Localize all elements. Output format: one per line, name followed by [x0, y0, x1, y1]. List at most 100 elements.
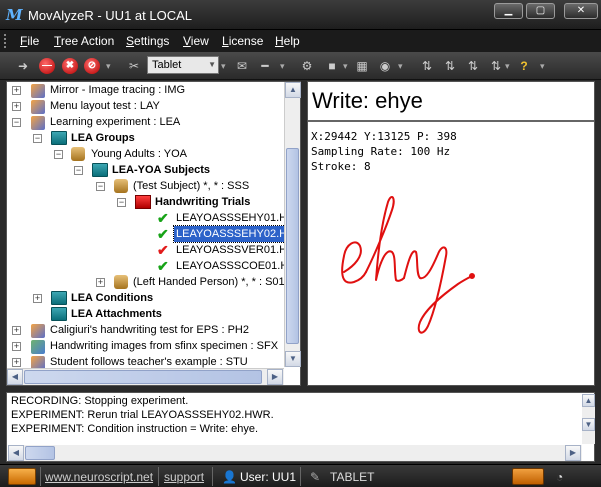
scroll-thumb[interactable]	[25, 446, 55, 460]
camera-icon[interactable]: ■	[323, 57, 341, 75]
expand-icon[interactable]: +	[12, 342, 21, 351]
tree-item[interactable]: Handwriting images from sfinx specimen :…	[50, 338, 278, 354]
scroll-right-icon[interactable]: ▶	[565, 445, 581, 461]
tree-item[interactable]: LEAYOASSSEHY01.HWR	[176, 210, 300, 226]
maximize-button[interactable]: ▢	[526, 3, 555, 19]
tree-item[interactable]: LEAYOASSSCOE01.HWR	[176, 258, 300, 274]
experiment-icon	[31, 100, 45, 114]
pen-icon[interactable]: ━	[256, 57, 274, 75]
help-icon[interactable]: ?	[515, 57, 533, 75]
tree-item[interactable]: LEAYOASSSVER01.HWR	[176, 242, 300, 258]
toolbar-overflow-1[interactable]: ▾	[106, 57, 112, 75]
tree-item-selected[interactable]: LEAYOASSSEHY02.HWR	[172, 225, 300, 243]
status-divider	[40, 467, 41, 486]
expand-icon[interactable]: +	[12, 326, 21, 335]
stop-icon[interactable]: —	[39, 58, 55, 74]
support-link[interactable]: support	[164, 470, 204, 484]
collapse-icon[interactable]: −	[117, 198, 126, 207]
minimize-button[interactable]: ▁	[494, 3, 523, 19]
collapse-icon[interactable]: −	[12, 118, 21, 127]
tree-item[interactable]: (Test Subject) *, * : SSS	[133, 178, 249, 194]
status-bar: www.neuroscript.net support 👤 User: UU1 …	[0, 464, 601, 487]
menu-view[interactable]: View	[183, 34, 209, 48]
scroll-down-icon[interactable]: ▼	[285, 351, 301, 367]
collapse-icon[interactable]: −	[33, 134, 42, 143]
cancel-icon[interactable]: ✖	[62, 58, 78, 74]
experiment-icon	[31, 116, 45, 130]
scroll-right-icon[interactable]: ▶	[267, 369, 283, 385]
eye-icon[interactable]: ◉	[376, 57, 394, 75]
folder-icon	[51, 291, 67, 305]
tree-vertical-scrollbar[interactable]: ▲ ▼	[284, 82, 301, 367]
tree-item[interactable]: LEA Conditions	[71, 290, 153, 306]
check-icon: ✔	[157, 226, 169, 242]
user-icon: 👤	[222, 470, 237, 484]
tree-item[interactable]: (Left Handed Person) *, * : S01	[133, 274, 285, 290]
scroll-up-icon[interactable]: ▲	[582, 394, 595, 407]
envelope-icon[interactable]: ✉	[233, 57, 251, 75]
sort-name-icon[interactable]: ⇅	[464, 57, 482, 75]
tree-item[interactable]: Young Adults : YOA	[91, 146, 187, 162]
network-icon[interactable]	[512, 468, 544, 485]
menu-settings[interactable]: Settings	[126, 34, 169, 48]
toolbar-overflow-7[interactable]: ▾	[540, 57, 546, 75]
experiment-tree[interactable]: + Mirror - Image tracing : IMG + Menu la…	[6, 81, 301, 386]
tree-horizontal-scrollbar[interactable]: ◀ ▶	[7, 368, 284, 385]
tree-item[interactable]: Caligiuri's handwriting test for EPS : P…	[50, 322, 249, 338]
expand-icon[interactable]: +	[96, 278, 105, 287]
menu-help[interactable]: Help	[275, 34, 300, 48]
scroll-up-icon[interactable]: ▲	[285, 82, 301, 98]
check-error-icon: ✔	[157, 242, 169, 258]
website-link[interactable]: www.neuroscript.net	[45, 470, 153, 484]
tree-item[interactable]: LEA-YOA Subjects	[112, 162, 210, 178]
tree-item[interactable]: Handwriting Trials	[155, 194, 250, 210]
log-vertical-scrollbar[interactable]: ▲ ▼	[582, 394, 595, 444]
menu-file[interactable]: File	[20, 34, 39, 48]
toolbar-overflow-2[interactable]: ▾	[221, 57, 227, 75]
toolbar-overflow-5[interactable]: ▾	[398, 57, 404, 75]
expand-icon[interactable]: +	[33, 294, 42, 303]
collapse-icon[interactable]: −	[96, 182, 105, 191]
scroll-thumb[interactable]	[24, 370, 262, 384]
log-horizontal-scrollbar[interactable]: ◀ ▶	[8, 445, 582, 461]
menu-license[interactable]: License	[222, 34, 263, 48]
experiment-icon	[31, 324, 45, 338]
collapse-icon[interactable]: −	[74, 166, 83, 175]
scroll-thumb[interactable]	[286, 148, 299, 344]
close-button[interactable]: ✕	[564, 3, 598, 19]
tree-item[interactable]: Learning experiment : LEA	[50, 114, 180, 130]
toolbar-overflow-3[interactable]: ▾	[280, 57, 286, 75]
scroll-left-icon[interactable]: ◀	[8, 445, 24, 461]
device-select[interactable]: Tablet ▼	[147, 56, 219, 74]
toolbar-overflow-4[interactable]: ▾	[343, 57, 349, 75]
status-divider	[300, 467, 301, 486]
write-instruction: Write: ehye	[308, 82, 594, 122]
coordinates-readout: X:29442 Y:13125 P: 398	[311, 130, 457, 143]
toolbar-overflow-6[interactable]: ▾	[505, 57, 511, 75]
handwriting-canvas[interactable]	[308, 182, 594, 382]
tree-item[interactable]: LEA Attachments	[71, 306, 162, 322]
title-bar: M MovAlyzeR - UU1 at LOCAL ▁ ▢ ✕	[0, 0, 601, 30]
sort-asc-icon[interactable]: ⇅	[418, 57, 436, 75]
stroke-count: Stroke: 8	[311, 160, 371, 173]
grid-icon[interactable]: ⚙	[298, 57, 316, 75]
scroll-left-icon[interactable]: ◀	[7, 369, 23, 385]
tree-item[interactable]: Mirror - Image tracing : IMG	[50, 82, 185, 98]
arrow-right-icon[interactable]: ➜	[14, 57, 32, 75]
chevron-down-icon: ▼	[208, 60, 216, 69]
user-label: User: UU1	[240, 470, 297, 484]
tree-item[interactable]: LEA Groups	[71, 130, 135, 146]
collapse-icon[interactable]: −	[54, 150, 63, 159]
menu-tree-action[interactable]: Tree Action	[54, 34, 114, 48]
tools-icon[interactable]: ✂	[125, 57, 143, 75]
picture-icon[interactable]: ▦	[353, 57, 371, 75]
expand-icon[interactable]: +	[12, 358, 21, 367]
disable-icon[interactable]: ⊘	[84, 58, 100, 74]
expand-icon[interactable]: +	[12, 102, 21, 111]
sort-date-icon[interactable]: ⇅	[487, 57, 505, 75]
scroll-down-icon[interactable]: ▼	[582, 418, 595, 431]
tree-item[interactable]: Menu layout test : LAY	[50, 98, 160, 114]
home-icon[interactable]	[8, 468, 36, 485]
sort-desc-icon[interactable]: ⇅	[441, 57, 459, 75]
expand-icon[interactable]: +	[12, 86, 21, 95]
